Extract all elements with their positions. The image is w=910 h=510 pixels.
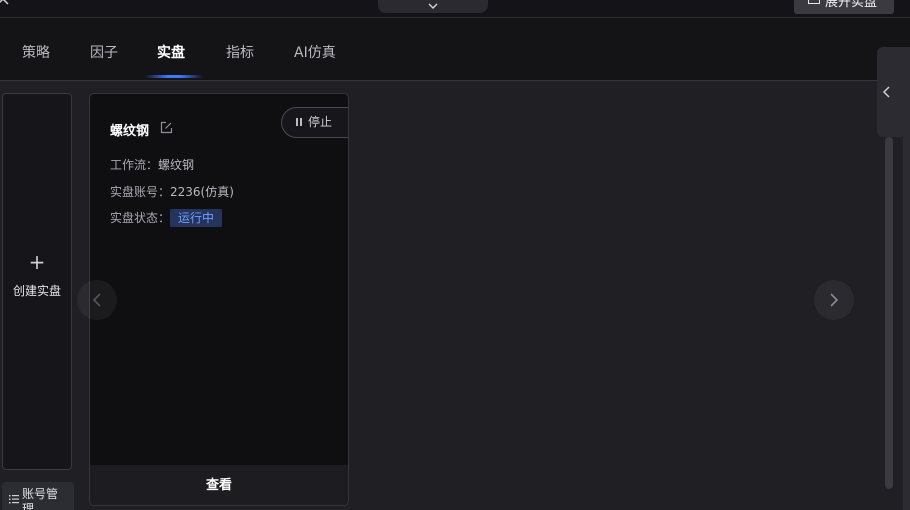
chevron-right-icon bbox=[830, 293, 839, 307]
list-icon bbox=[9, 495, 19, 504]
next-arrow-button[interactable] bbox=[814, 280, 854, 320]
workflow-label: 工作流： bbox=[110, 158, 159, 172]
top-strip: 展开实盘 bbox=[0, 0, 910, 18]
corner-icon[interactable] bbox=[0, 0, 10, 8]
workflow-row: 工作流：螺纹钢 bbox=[110, 156, 194, 173]
collapse-toggle[interactable] bbox=[378, 0, 488, 13]
tab-strategy[interactable]: 策略 bbox=[22, 42, 50, 62]
account-label: 实盘账号： bbox=[110, 185, 171, 199]
live-card-title: 螺纹钢 bbox=[110, 124, 150, 139]
expand-live-button[interactable]: 展开实盘 bbox=[794, 0, 894, 14]
app-root: 展开实盘 策略 因子 实盘 指标 AI仿真 + 创建实盘 账号管理 螺纹钢 停止 bbox=[0, 0, 910, 510]
tab-live[interactable]: 实盘 bbox=[157, 42, 185, 62]
chevron-down-icon bbox=[428, 3, 438, 10]
tab-indicator[interactable]: 指标 bbox=[226, 42, 254, 62]
tab-ai-simulation[interactable]: AI仿真 bbox=[294, 42, 336, 62]
status-row: 实盘状态： 运行中 bbox=[110, 209, 223, 227]
chevron-left-icon bbox=[882, 86, 890, 98]
stop-button[interactable]: 停止 bbox=[281, 107, 348, 138]
account-management-button[interactable]: 账号管理 bbox=[2, 482, 74, 510]
expand-live-label: 展开实盘 bbox=[825, 0, 878, 10]
create-live-label: 创建实盘 bbox=[12, 284, 61, 298]
stop-label: 停止 bbox=[308, 115, 333, 129]
account-value: 2236(仿真) bbox=[170, 185, 234, 199]
expand-icon bbox=[808, 0, 820, 4]
scrollbar[interactable] bbox=[885, 137, 893, 489]
plus-icon: + bbox=[28, 250, 46, 274]
live-card: 螺纹钢 停止 工作流：螺纹钢 实盘账号：2236(仿真) 实盘状态： 运行中 查看 bbox=[89, 93, 349, 506]
side-panel-edge bbox=[903, 47, 910, 510]
active-tab-indicator bbox=[145, 75, 203, 78]
account-management-label: 账号管理 bbox=[22, 487, 59, 510]
tab-factor[interactable]: 因子 bbox=[90, 42, 118, 62]
workflow-value: 螺纹钢 bbox=[158, 158, 195, 172]
main-tabs: 策略 因子 实盘 指标 AI仿真 bbox=[0, 18, 910, 81]
pause-icon bbox=[296, 118, 302, 126]
edit-icon[interactable] bbox=[160, 121, 173, 134]
prev-arrow-button[interactable] bbox=[77, 280, 117, 320]
status-label: 实盘状态： bbox=[110, 211, 171, 225]
side-panel-toggle[interactable] bbox=[877, 47, 903, 137]
status-badge: 运行中 bbox=[170, 209, 223, 227]
view-button[interactable]: 查看 bbox=[90, 465, 348, 505]
create-live-button[interactable]: + 创建实盘 bbox=[2, 93, 72, 470]
account-row: 实盘账号：2236(仿真) bbox=[110, 183, 234, 200]
chevron-left-icon bbox=[92, 293, 101, 307]
